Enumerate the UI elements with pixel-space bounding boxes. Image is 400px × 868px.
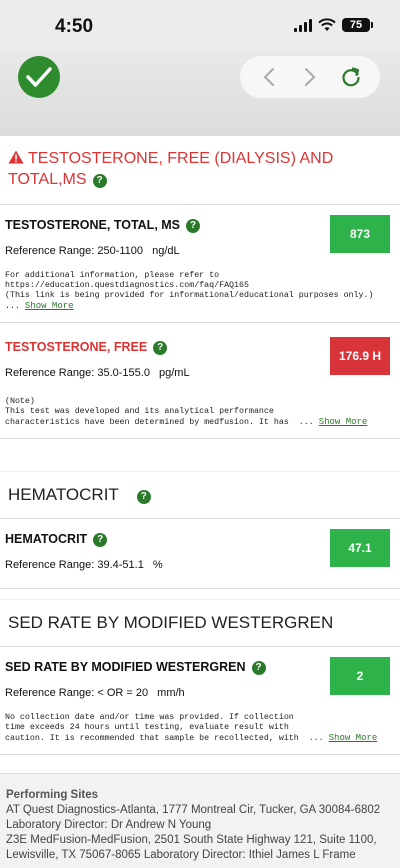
refresh-icon	[342, 67, 360, 87]
done-button[interactable]	[18, 56, 60, 98]
question-icon[interactable]: ?	[92, 173, 107, 188]
section-title: TESTOSTERONE, FREE (DIALYSIS) AND TOTAL,…	[8, 150, 334, 188]
result-note: (Note) This test was developed and its a…	[5, 397, 368, 427]
unit: pg/mL	[159, 367, 190, 379]
unit: %	[152, 559, 163, 571]
question-icon[interactable]: ?	[153, 341, 168, 355]
back-button[interactable]	[254, 62, 284, 92]
section-title: SED RATE BY MODIFIED WESTERGREN	[8, 613, 334, 632]
performing-site: AT Quest Diagnostics-Atlanta, 1777 Montr…	[6, 804, 381, 831]
performing-sites: Performing Sites AT Quest Diagnostics-At…	[0, 773, 400, 868]
result-value: 176.9 H	[330, 337, 390, 375]
results-content[interactable]: TESTOSTERONE, FREE (DIALYSIS) AND TOTAL,…	[0, 135, 400, 868]
result-note: For additional information, please refer…	[5, 271, 374, 311]
performing-sites-title: Performing Sites	[6, 789, 99, 801]
question-icon[interactable]: ?	[93, 533, 108, 547]
test-result-row: SED RATE BY MODIFIED WESTERGREN? Referen…	[0, 647, 400, 755]
test-name: TESTOSTERONE, FREE	[5, 340, 148, 354]
testosterone-section-header: TESTOSTERONE, FREE (DIALYSIS) AND TOTAL,…	[0, 135, 400, 205]
warning-icon	[8, 150, 24, 164]
show-more-link[interactable]: Show More	[329, 733, 378, 743]
section-title: HEMATOCRIT	[8, 485, 119, 504]
checkmark-icon	[26, 67, 52, 87]
result-note: No collection date and/or time was provi…	[5, 713, 378, 743]
test-name: HEMATOCRIT	[5, 532, 88, 546]
result-value: 2	[330, 657, 390, 695]
battery-icon: 75	[342, 18, 373, 32]
forward-button[interactable]	[295, 62, 325, 92]
test-result-row: HEMATOCRIT? Reference Range: 39.4-51.1 %…	[0, 519, 400, 589]
test-name: TESTOSTERONE, TOTAL, MS	[5, 218, 181, 232]
question-icon[interactable]: ?	[251, 661, 266, 675]
result-value: 47.1	[330, 529, 390, 567]
signal-icon	[294, 18, 312, 32]
test-result-row: TESTOSTERONE, FREE? Reference Range: 35.…	[0, 323, 400, 439]
show-more-link[interactable]: Show More	[25, 301, 74, 311]
test-name: SED RATE BY MODIFIED WESTERGREN	[5, 660, 246, 674]
status-bar: 4:50 75	[0, 0, 400, 50]
unit: mm/h	[157, 687, 185, 699]
question-icon[interactable]: ?	[186, 219, 201, 233]
toolbar	[0, 50, 400, 135]
browser-nav-controls	[240, 56, 380, 98]
forward-arrow-icon	[304, 68, 316, 86]
back-arrow-icon	[263, 68, 274, 86]
show-more-link[interactable]: Show More	[319, 417, 368, 427]
refresh-button[interactable]	[336, 62, 366, 92]
status-icons: 75	[294, 18, 373, 32]
performing-site: Z3E MedFusion-MedFusion, 2501 South Stat…	[6, 834, 377, 861]
question-icon[interactable]: ?	[136, 489, 151, 504]
status-time: 4:50	[55, 16, 94, 37]
hematocrit-section-header: HEMATOCRIT?	[0, 471, 400, 519]
result-value: 873	[330, 215, 390, 253]
sed-rate-section-header: SED RATE BY MODIFIED WESTERGREN	[0, 599, 400, 647]
wifi-icon	[318, 18, 336, 31]
unit: ng/dL	[152, 245, 180, 257]
test-result-row: TESTOSTERONE, TOTAL, MS? Reference Range…	[0, 205, 400, 323]
